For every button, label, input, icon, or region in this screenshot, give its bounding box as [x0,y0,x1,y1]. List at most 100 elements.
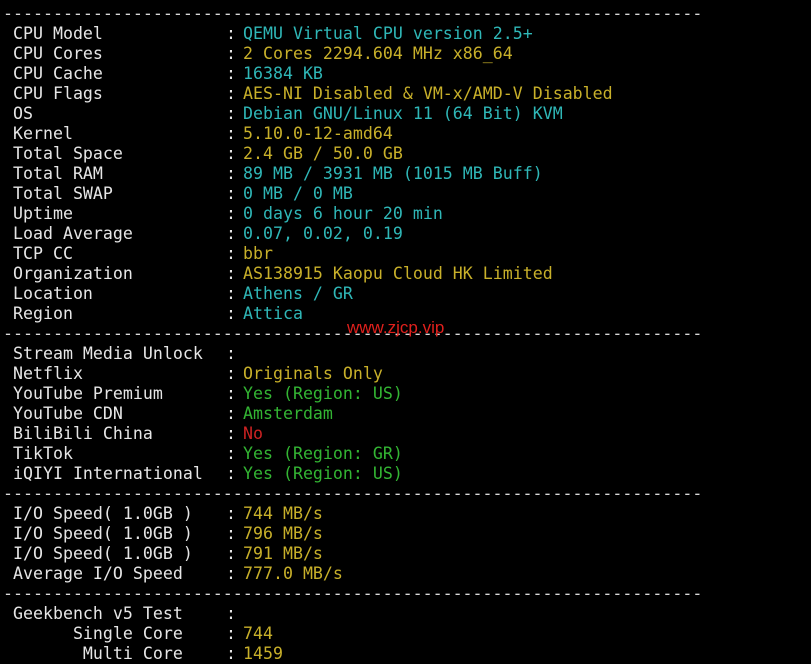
row-label: Kernel [13,124,73,143]
row-colon: : [226,384,236,403]
row-value: 777.0 MB/s [243,564,343,583]
geekbench-section: Geekbench v5 Test: Single Core:744 Multi… [3,604,811,664]
stream-unlock-row: TikTok: Yes (Region: GR) [3,444,811,464]
row-value: Yes (Region: GR) [243,444,403,463]
row-value: No [243,424,263,443]
row-value: 0 MB / 0 MB [243,184,353,203]
row-colon: : [226,44,236,63]
row-label: Average I/O Speed [13,564,183,583]
row-value: Amsterdam [243,404,333,423]
system-info-row: CPU Model: QEMU Virtual CPU version 2.5+ [3,24,811,44]
system-info-row: CPU Flags: AES-NI Disabled & VM-x/AMD-V D… [3,84,811,104]
row-label: I/O Speed( 1.0GB ) [13,544,193,563]
row-label: CPU Model [13,24,103,43]
row-colon: : [226,84,236,103]
system-info-section: CPU Model: QEMU Virtual CPU version 2.5+ C… [3,24,811,324]
row-label: OS [13,104,33,123]
row-label: Single Core [13,624,183,643]
system-info-row: Uptime:0 days 6 hour 20 min [3,204,811,224]
row-label: Uptime [13,204,73,223]
row-value: QEMU Virtual CPU version 2.5+ [243,24,533,43]
row-label: Region [13,304,73,323]
row-value: 1459 [243,644,283,663]
row-value: 796 MB/s [243,524,323,543]
row-colon: : [226,344,236,363]
row-colon: : [226,564,236,583]
row-value: 0 days 6 hour 20 min [243,204,443,223]
row-value: AES-NI Disabled & VM-x/AMD-V Disabled [243,84,613,103]
row-value: Attica [243,304,303,323]
row-colon: : [226,444,236,463]
row-label: Total RAM [13,164,103,183]
separator-line: ----------------------------------------… [3,4,703,23]
row-value: 5.10.0-12-amd64 [243,124,393,143]
row-colon: : [226,104,236,123]
io-speed-section: I/O Speed( 1.0GB ):744 MB/s I/O Speed( 1.… [3,504,811,584]
system-info-row: Total SWAP:0 MB / 0 MB [3,184,811,204]
row-value: 2.4 GB / 50.0 GB [243,144,403,163]
row-colon: : [226,524,236,543]
io-speed-row: Average I/O Speed:777.0 MB/s [3,564,811,584]
row-label: TikTok [13,444,73,463]
row-colon: : [226,224,236,243]
row-label: Total SWAP [13,184,113,203]
row-label: Netflix [13,364,83,383]
row-label: Geekbench v5 Test [13,604,183,623]
row-value: Athens / GR [243,284,353,303]
row-colon: : [226,144,236,163]
row-value: Debian GNU/Linux 11 (64 Bit) KVM [243,104,563,123]
row-label: CPU Cache [13,64,103,83]
row-colon: : [226,544,236,563]
row-label: Organization [13,264,133,283]
stream-unlock-row: iQIYI International: Yes (Region: US) [3,464,811,484]
watermark-text: www.zjcp.vip [347,318,445,337]
stream-unlock-row: BiliBili China: No [3,424,811,444]
row-value: AS138915 Kaopu Cloud HK Limited [243,264,553,283]
row-colon: : [226,124,236,143]
row-label: CPU Cores [13,44,103,63]
system-info-row: Total Space:2.4 GB / 50.0 GB [3,144,811,164]
row-colon: : [226,604,236,623]
io-speed-row: I/O Speed( 1.0GB ):744 MB/s [3,504,811,524]
row-label: I/O Speed( 1.0GB ) [13,524,193,543]
row-colon: : [226,24,236,43]
row-colon: : [226,364,236,383]
row-colon: : [226,304,236,323]
stream-unlock-row: Stream Media Unlock: [3,344,811,364]
system-info-row: Location: Athens / GR [3,284,811,304]
system-info-row: OS: Debian GNU/Linux 11 (64 Bit) KVM [3,104,811,124]
io-speed-row: I/O Speed( 1.0GB ):791 MB/s [3,544,811,564]
system-info-row: Kernel:5.10.0-12-amd64 [3,124,811,144]
geekbench-row: Geekbench v5 Test: [3,604,811,624]
row-label: Multi Core [13,644,183,663]
system-info-row: Organization: AS138915 Kaopu Cloud HK Lim… [3,264,811,284]
row-label: BiliBili China [13,424,153,443]
row-colon: : [226,164,236,183]
system-info-row: TCP CC: bbr [3,244,811,264]
row-colon: : [226,464,236,483]
system-info-row: CPU Cache:16384 KB [3,64,811,84]
stream-unlock-row: YouTube Premium: Yes (Region: US) [3,384,811,404]
row-value: 16384 KB [243,64,323,83]
separator-line: ----------------------------------------… [3,584,703,603]
row-label: YouTube Premium [13,384,163,403]
separator-line: ----------------------------------------… [3,484,703,503]
row-value: 791 MB/s [243,544,323,563]
system-info-row: CPU Cores:2 Cores 2294.604 MHz x86_64 [3,44,811,64]
geekbench-row: Multi Core:1459 [3,644,811,664]
row-colon: : [226,644,236,663]
row-value: bbr [243,244,273,263]
row-value: Originals Only [243,364,383,383]
row-label: Load Average [13,224,133,243]
row-label: TCP CC [13,244,73,263]
io-speed-row: I/O Speed( 1.0GB ):796 MB/s [3,524,811,544]
row-label: iQIYI International [13,464,203,483]
geekbench-row: Single Core:744 [3,624,811,644]
row-colon: : [226,64,236,83]
row-value: 0.07, 0.02, 0.19 [243,224,403,243]
row-label: Location [13,284,93,303]
row-colon: : [226,424,236,443]
row-value: 2 Cores 2294.604 MHz x86_64 [243,44,513,63]
row-value: Yes (Region: US) [243,384,403,403]
row-value: 744 [243,624,273,643]
